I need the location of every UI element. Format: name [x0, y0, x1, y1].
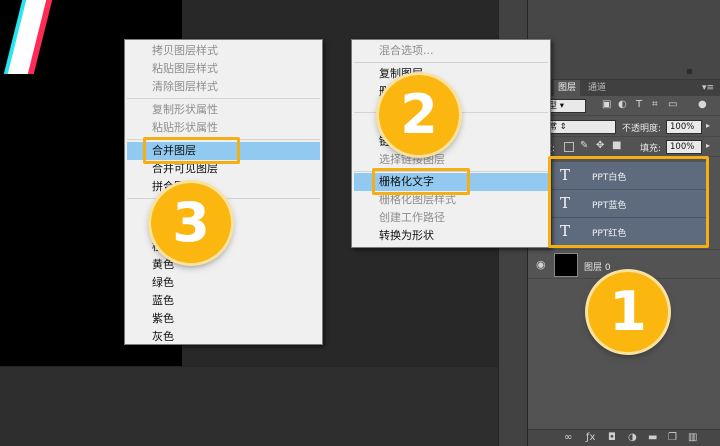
step-badge-1: 1	[588, 272, 668, 352]
panel-tabs: 图层 通道 ▾≡	[528, 80, 720, 96]
link-layers-icon[interactable]: ∞	[564, 432, 572, 443]
filter-shape-icon[interactable]: ⌗	[652, 99, 658, 110]
layers-footer: ∞ ƒx ◘ ◑ ▬ ❐ ▥	[528, 429, 720, 446]
menu-item-select-linked[interactable]: 选择链接图层	[352, 151, 550, 169]
filter-smart-icon[interactable]: ▭	[668, 99, 677, 110]
tab-layers[interactable]: 图层	[554, 80, 581, 96]
filter-pixel-icon[interactable]: ▣	[602, 99, 611, 110]
step-badge-3: 3	[151, 183, 231, 263]
menu-item-copy-shape-attrs[interactable]: 复制形状属性	[125, 101, 322, 119]
fill-input[interactable]: 100%	[666, 140, 702, 154]
workspace-bottom	[0, 366, 498, 446]
tab-channels[interactable]: 通道	[584, 80, 610, 96]
panel-top-area: ▪	[528, 0, 720, 80]
adjustment-icon[interactable]: ◑	[628, 432, 637, 443]
menu-item-duplicate-layer[interactable]: 复制图层	[352, 65, 550, 83]
blend-row: 正常 ⇕ 不透明度: 100% ▸	[528, 117, 720, 137]
delete-layer-icon[interactable]: ▥	[688, 432, 697, 443]
panel-menu-icon[interactable]: ▾≡	[702, 80, 714, 96]
menu-item-color-yellow[interactable]: 黄色	[125, 256, 322, 274]
menu-separator	[354, 62, 548, 63]
trash-icon[interactable]: ▪	[686, 66, 693, 77]
lock-brush-icon[interactable]: ✎	[580, 140, 588, 151]
menu-item-blending-options[interactable]: 混合选项...	[352, 42, 550, 60]
layer-thumbnail	[554, 253, 578, 277]
menu-item-color-blue[interactable]: 蓝色	[125, 292, 322, 310]
menu-item-paste-shape-attrs[interactable]: 粘贴形状属性	[125, 119, 322, 137]
layer-name: 图层 0	[584, 263, 611, 273]
context-menu-layers: 拷贝图层样式 粘贴图层样式 清除图层样式 复制形状属性 粘贴形状属性 合并图层 …	[124, 39, 323, 345]
menu-item-create-work-path[interactable]: 创建工作路径	[352, 209, 550, 227]
filter-row: 类型 ▾ ▣ ◐ T ⌗ ▭ ●	[528, 96, 720, 116]
menu-separator	[127, 98, 320, 99]
lock-transparent-icon[interactable]	[564, 142, 574, 152]
group-folder-icon[interactable]: ▬	[648, 432, 657, 443]
opacity-input[interactable]: 100%	[666, 120, 702, 134]
lock-row: 锁定: ✎ ✥ ■ 填充: 100% ▸	[528, 137, 720, 157]
filter-type-icon[interactable]: T	[636, 99, 642, 110]
menu-item-color-violet[interactable]: 紫色	[125, 310, 322, 328]
menu-item-convert-to-shape[interactable]: 转换为形状	[352, 227, 550, 245]
menu-item-color-green[interactable]: 绿色	[125, 274, 322, 292]
menu-item-copy-layer-style[interactable]: 拷贝图层样式	[125, 42, 322, 60]
fill-dropdown-icon[interactable]: ▸	[706, 141, 710, 150]
menu-item-clear-layer-style[interactable]: 清除图层样式	[125, 78, 322, 96]
lock-all-icon[interactable]: ■	[612, 140, 621, 151]
lock-move-icon[interactable]: ✥	[596, 140, 604, 151]
opacity-dropdown-icon[interactable]: ▸	[706, 121, 710, 130]
menu-item-color-gray[interactable]: 灰色	[125, 328, 322, 346]
visibility-eye-icon[interactable]: ◉	[536, 258, 546, 271]
step-badge-2: 2	[379, 75, 459, 155]
filter-adjust-icon[interactable]: ◐	[618, 99, 627, 110]
callout-rasterize-type	[372, 168, 470, 195]
fx-icon[interactable]: ƒx	[586, 432, 595, 443]
menu-item-flatten-image[interactable]: 拼合图像	[125, 178, 322, 196]
menu-item-paste-layer-style[interactable]: 粘贴图层样式	[125, 60, 322, 78]
opacity-label: 不透明度:	[622, 124, 662, 134]
callout-merge-layers	[143, 137, 240, 164]
new-layer-icon[interactable]: ❐	[668, 432, 677, 443]
fill-label: 填充:	[640, 144, 662, 154]
callout-text-layers	[548, 156, 709, 248]
mask-icon[interactable]: ◘	[608, 432, 616, 443]
context-menu-text-layer: 混合选项... 复制图层 删除图层 链接图层 选择链接图层 栅格化文字 栅格化图…	[351, 39, 551, 248]
filter-toggle-icon[interactable]: ●	[698, 99, 707, 110]
